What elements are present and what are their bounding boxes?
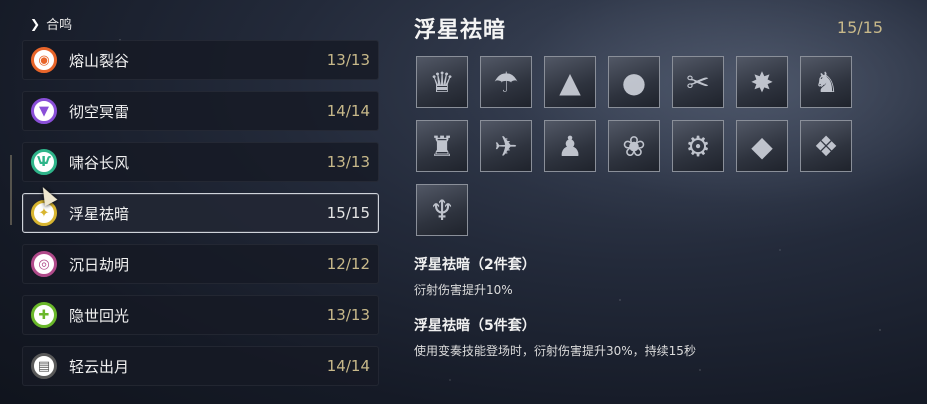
effect-5pc-desc: 使用变奏技能登场时，衍射伤害提升30%，持续15秒 bbox=[414, 344, 696, 358]
echo-1-icon[interactable]: ♛ bbox=[416, 56, 468, 108]
set-title: 浮星祛暗 bbox=[414, 18, 507, 43]
section-header[interactable]: ❯ 合鸣 bbox=[30, 14, 73, 34]
echo-12-icon[interactable]: ⚙ bbox=[672, 120, 724, 172]
echo-figure: ♆ bbox=[429, 193, 455, 227]
set-emblem-icon: Ѱ bbox=[31, 149, 57, 175]
echo-15-icon[interactable]: ♆ bbox=[416, 184, 468, 236]
set-name: 沉日劫明 bbox=[69, 255, 130, 274]
set-count: 13/13 bbox=[326, 51, 370, 69]
echo-10-icon[interactable]: ♟ bbox=[544, 120, 596, 172]
echo-figure: ◆ bbox=[751, 129, 773, 163]
section-label: 合鸣 bbox=[46, 18, 73, 33]
echo-figure: ♛ bbox=[429, 65, 455, 99]
set-emblem-icon: ◉ bbox=[31, 47, 57, 73]
echo-11-icon[interactable]: ❀ bbox=[608, 120, 660, 172]
echo-figure: ✈ bbox=[494, 129, 518, 163]
set-item[interactable]: ✦ 浮星祛暗 15/15 bbox=[22, 193, 379, 233]
set-name: 隐世回光 bbox=[69, 306, 130, 325]
scrollbar[interactable] bbox=[10, 155, 12, 225]
echo-figure: ⚙ bbox=[685, 129, 711, 163]
echo-7-icon[interactable]: ♞ bbox=[800, 56, 852, 108]
set-name: 轻云出月 bbox=[69, 357, 130, 376]
echo-figure: ♜ bbox=[429, 129, 455, 163]
chevron-right-icon: ❯ bbox=[30, 16, 41, 31]
effect-2pc-desc: 衍射伤害提升10% bbox=[414, 283, 513, 297]
set-emblem-icon: ▤ bbox=[31, 353, 57, 379]
set-item[interactable]: ▤ 轻云出月 14/14 bbox=[22, 346, 379, 386]
echo-figure: ❖ bbox=[813, 129, 839, 163]
set-progress: 15/15 bbox=[836, 18, 883, 37]
set-name: 熔山裂谷 bbox=[69, 51, 130, 70]
set-name: 彻空冥雷 bbox=[69, 102, 130, 121]
set-count: 13/13 bbox=[326, 153, 370, 171]
effect-5pc-title: 浮星祛暗（5件套） bbox=[414, 318, 536, 334]
echo-9-icon[interactable]: ✈ bbox=[480, 120, 532, 172]
set-name: 啸谷长风 bbox=[69, 153, 130, 172]
echo-figure: ♟ bbox=[557, 129, 583, 163]
set-count: 12/12 bbox=[326, 255, 370, 273]
echo-figure: ☂ bbox=[493, 65, 519, 99]
echo-figure: ❀ bbox=[622, 129, 646, 163]
echo-3-icon[interactable]: ▲ bbox=[544, 56, 596, 108]
echo-5-icon[interactable]: ✂ bbox=[672, 56, 724, 108]
echo-figure: ✂ bbox=[686, 65, 710, 99]
effect-2pc-title: 浮星祛暗（2件套） bbox=[414, 257, 536, 273]
echo-13-icon[interactable]: ◆ bbox=[736, 120, 788, 172]
echo-2-icon[interactable]: ☂ bbox=[480, 56, 532, 108]
set-count: 15/15 bbox=[326, 204, 370, 222]
set-count: 14/14 bbox=[326, 357, 370, 375]
set-emblem-icon: ▼ bbox=[31, 98, 57, 124]
echo-4-icon[interactable]: ● bbox=[608, 56, 660, 108]
echo-figure: ▲ bbox=[559, 65, 581, 99]
set-item[interactable]: ▼ 彻空冥雷 14/14 bbox=[22, 91, 379, 131]
set-item[interactable]: ◉ 熔山裂谷 13/13 bbox=[22, 40, 379, 80]
set-emblem-icon: ✚ bbox=[31, 302, 57, 328]
echo-figure: ✸ bbox=[750, 65, 774, 99]
set-item[interactable]: ✚ 隐世回光 13/13 bbox=[22, 295, 379, 335]
echo-figure: ● bbox=[621, 65, 647, 99]
echo-figure: ♞ bbox=[813, 65, 839, 99]
set-name: 浮星祛暗 bbox=[69, 204, 130, 223]
echo-14-icon[interactable]: ❖ bbox=[800, 120, 852, 172]
set-count: 13/13 bbox=[326, 306, 370, 324]
echo-6-icon[interactable]: ✸ bbox=[736, 56, 788, 108]
set-emblem-icon: ◎ bbox=[31, 251, 57, 277]
echo-8-icon[interactable]: ♜ bbox=[416, 120, 468, 172]
set-count: 14/14 bbox=[326, 102, 370, 120]
set-item[interactable]: Ѱ 啸谷长风 13/13 bbox=[22, 142, 379, 182]
set-item[interactable]: ◎ 沉日劫明 12/12 bbox=[22, 244, 379, 284]
